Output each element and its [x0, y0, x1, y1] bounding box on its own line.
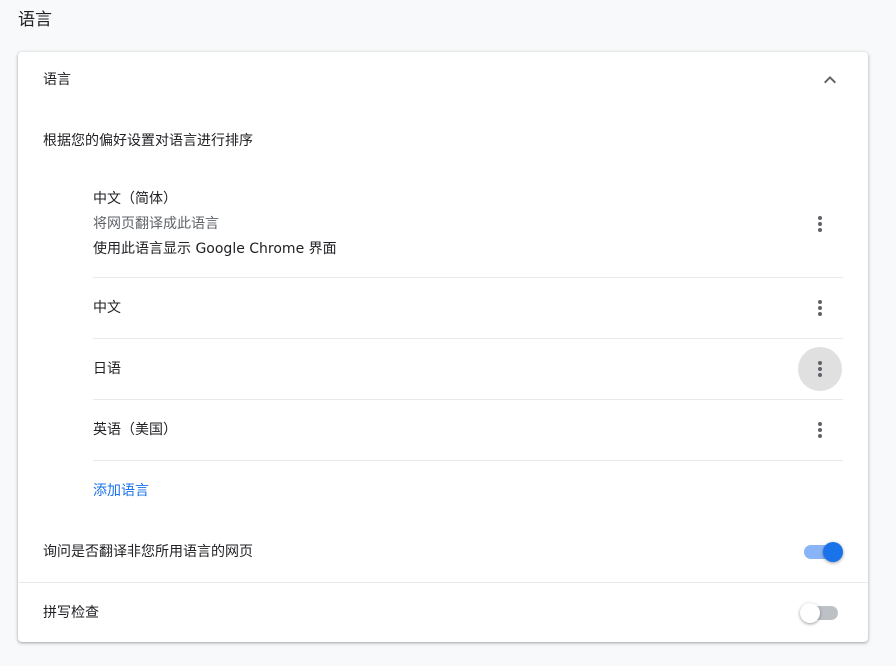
translate-prompt-label: 询问是否翻译非您所用语言的网页 [43, 544, 253, 560]
spell-check-toggle[interactable] [800, 603, 844, 623]
more-vert-icon [818, 422, 822, 438]
language-section-header[interactable]: 语言 [18, 52, 868, 110]
language-name: 中文 [93, 300, 121, 316]
toggle-knob [800, 603, 820, 623]
spell-check-setting: 拼写检查 [18, 582, 868, 642]
language-name: 日语 [93, 361, 121, 377]
language-item: 日语 [93, 339, 843, 400]
language-item: 中文 [93, 278, 843, 339]
more-vert-icon [818, 216, 822, 232]
language-list: 中文（简体） 将网页翻译成此语言 使用此语言显示 Google Chrome 界… [93, 164, 843, 461]
more-actions-button[interactable] [798, 286, 842, 330]
spell-check-label: 拼写检查 [43, 605, 99, 621]
translate-prompt-setting: 询问是否翻译非您所用语言的网页 [18, 522, 868, 582]
language-name: 中文（简体） [93, 191, 177, 207]
language-translate-target-note: 将网页翻译成此语言 [93, 216, 219, 232]
translate-prompt-toggle[interactable] [802, 542, 844, 562]
more-actions-button[interactable] [798, 408, 842, 452]
language-item: 中文（简体） 将网页翻译成此语言 使用此语言显示 Google Chrome 界… [93, 164, 843, 278]
section-title: 语言 [43, 72, 71, 88]
language-ui-display-note: 使用此语言显示 Google Chrome 界面 [93, 241, 337, 257]
more-vert-icon [818, 361, 822, 377]
page-title: 语言 [18, 10, 52, 30]
more-vert-icon [818, 300, 822, 316]
language-settings-card: 语言 根据您的偏好设置对语言进行排序 中文（简体） 将网页翻译成此语言 使用此语… [18, 52, 868, 642]
toggle-knob [823, 542, 843, 562]
chevron-up-icon[interactable] [818, 68, 842, 92]
add-language-link[interactable]: 添加语言 [93, 480, 149, 502]
language-order-description: 根据您的偏好设置对语言进行排序 [43, 133, 253, 149]
language-item: 英语（美国） [93, 400, 843, 461]
language-name: 英语（美国） [93, 422, 177, 438]
more-actions-button[interactable] [798, 202, 842, 246]
more-actions-button[interactable] [798, 347, 842, 391]
